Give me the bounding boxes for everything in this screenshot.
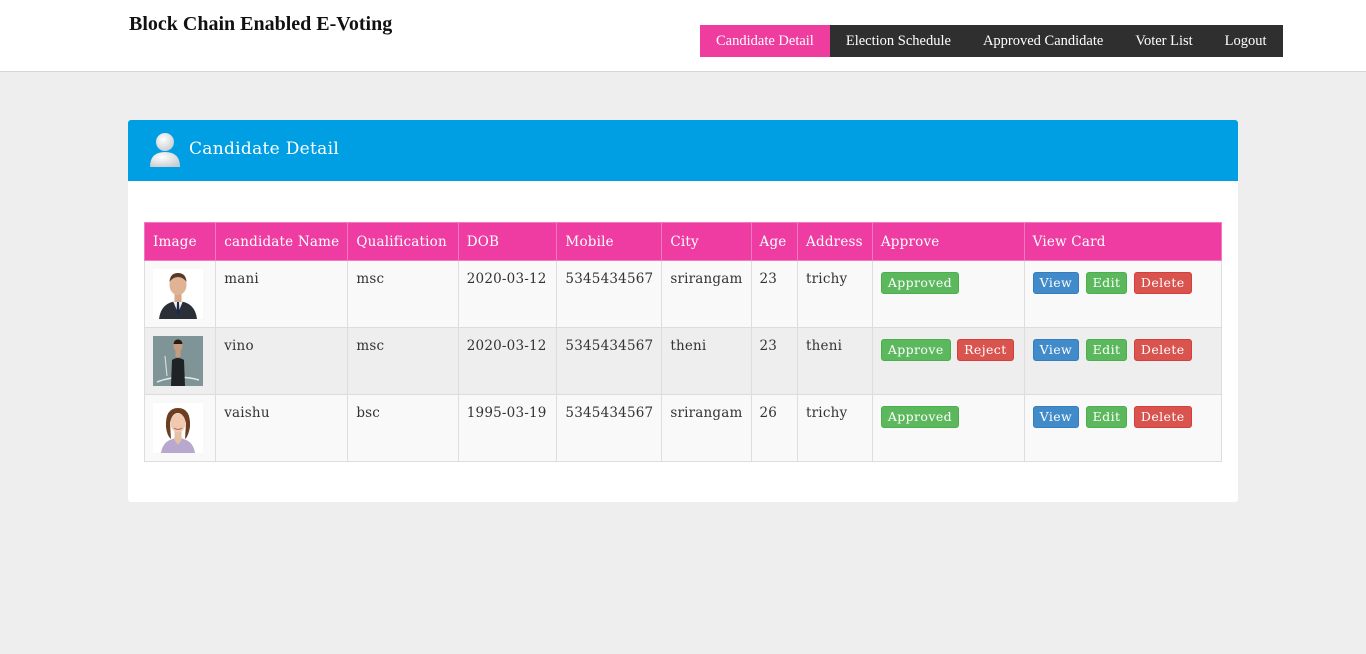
cell-city: theni bbox=[661, 327, 752, 395]
nav-logout[interactable]: Logout bbox=[1208, 25, 1283, 57]
table-row: vino msc 2020-03-12 5345434567 theni 23 … bbox=[143, 327, 1223, 395]
cell-mobile: 5345434567 bbox=[556, 394, 663, 462]
delete-button[interactable]: Delete bbox=[1133, 272, 1192, 294]
col-mobile: Mobile bbox=[556, 222, 663, 261]
col-image: Image bbox=[143, 222, 217, 261]
view-button[interactable]: View bbox=[1032, 339, 1080, 361]
edit-button[interactable]: Edit bbox=[1085, 406, 1128, 428]
nav-voter-list[interactable]: Voter List bbox=[1119, 25, 1209, 57]
table-row: mani msc 2020-03-12 5345434567 srirangam… bbox=[143, 260, 1223, 328]
approved-button[interactable]: Approved bbox=[880, 406, 960, 428]
cell-dob: 2020-03-12 bbox=[457, 260, 558, 328]
table-row: vaishu bsc 1995-03-19 5345434567 srirang… bbox=[143, 394, 1223, 462]
col-address: Address bbox=[797, 222, 873, 261]
col-age: Age bbox=[750, 222, 799, 261]
candidate-table: Image candidate Name Qualification DOB M… bbox=[143, 222, 1223, 462]
col-city: City bbox=[661, 222, 752, 261]
nav-candidate-detail[interactable]: Candidate Detail bbox=[700, 25, 830, 57]
reject-button[interactable]: Reject bbox=[957, 339, 1014, 361]
user-icon bbox=[150, 133, 180, 167]
cell-age: 23 bbox=[750, 260, 799, 328]
cell-dob: 1995-03-19 bbox=[457, 394, 558, 462]
cell-address: trichy bbox=[797, 260, 873, 328]
approved-button[interactable]: Approved bbox=[880, 272, 960, 294]
cell-city: srirangam bbox=[661, 394, 752, 462]
site-brand: Block Chain Enabled E-Voting bbox=[129, 13, 393, 35]
candidate-photo bbox=[153, 336, 203, 386]
nav-election-schedule[interactable]: Election Schedule bbox=[829, 25, 967, 57]
candidate-panel: Candidate Detail Image candidate Name Qu… bbox=[128, 120, 1238, 502]
panel-title: Candidate Detail bbox=[189, 139, 340, 159]
cell-mobile: 5345434567 bbox=[556, 260, 663, 328]
cell-qualification: msc bbox=[347, 327, 459, 395]
candidate-photo bbox=[153, 269, 203, 319]
candidate-photo bbox=[153, 403, 203, 453]
col-approve: Approve bbox=[871, 222, 1025, 261]
view-button[interactable]: View bbox=[1032, 406, 1080, 428]
cell-name: mani bbox=[215, 260, 349, 328]
edit-button[interactable]: Edit bbox=[1085, 272, 1128, 294]
cell-age: 26 bbox=[750, 394, 799, 462]
col-qualification: Qualification bbox=[347, 222, 459, 261]
cell-qualification: bsc bbox=[347, 394, 459, 462]
cell-age: 23 bbox=[750, 327, 799, 395]
edit-button[interactable]: Edit bbox=[1085, 339, 1128, 361]
cell-name: vino bbox=[215, 327, 349, 395]
nav-approved-candidate[interactable]: Approved Candidate bbox=[966, 25, 1120, 57]
panel-header: Candidate Detail bbox=[128, 120, 1238, 181]
delete-button[interactable]: Delete bbox=[1133, 406, 1192, 428]
cell-qualification: msc bbox=[347, 260, 459, 328]
delete-button[interactable]: Delete bbox=[1133, 339, 1192, 361]
cell-name: vaishu bbox=[215, 394, 349, 462]
cell-mobile: 5345434567 bbox=[556, 327, 663, 395]
main-nav: Candidate Detail Election Schedule Appro… bbox=[700, 25, 1283, 57]
top-bar: Block Chain Enabled E-Voting Candidate D… bbox=[0, 0, 1366, 72]
col-dob: DOB bbox=[457, 222, 558, 261]
cell-address: trichy bbox=[797, 394, 873, 462]
approve-button[interactable]: Approve bbox=[880, 339, 951, 361]
cell-city: srirangam bbox=[661, 260, 752, 328]
col-candidate-name: candidate Name bbox=[215, 222, 349, 261]
table-header-row: Image candidate Name Qualification DOB M… bbox=[143, 222, 1223, 261]
cell-dob: 2020-03-12 bbox=[457, 327, 558, 395]
cell-address: theni bbox=[797, 327, 873, 395]
view-button[interactable]: View bbox=[1032, 272, 1080, 294]
col-view-card: View Card bbox=[1023, 222, 1223, 261]
